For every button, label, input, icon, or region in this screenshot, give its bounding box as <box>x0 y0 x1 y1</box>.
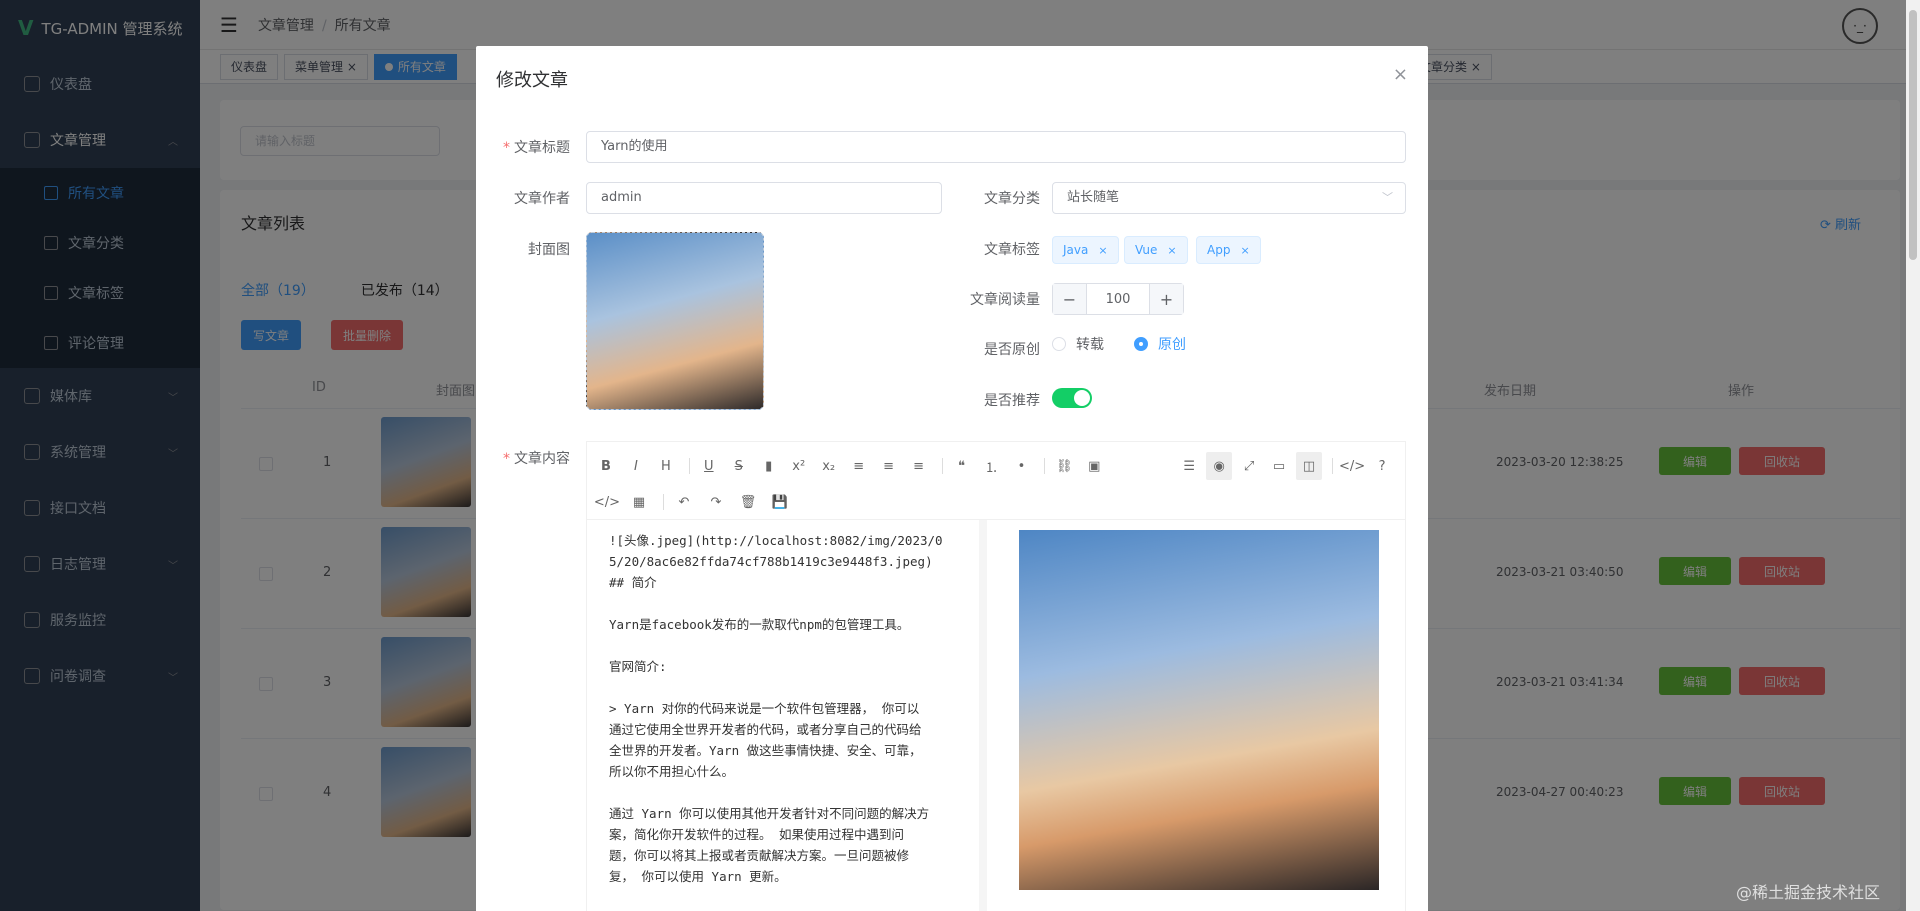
label-author: 文章作者 <box>514 191 570 207</box>
toolbar-divider <box>688 458 690 474</box>
page-scrollbar[interactable] <box>1906 0 1920 911</box>
label-title: * 文章标题 <box>503 140 570 156</box>
navigation-icon[interactable]: ☰ <box>1176 452 1202 480</box>
tag-app: App × <box>1196 236 1261 264</box>
help-icon[interactable]: ? <box>1369 452 1395 480</box>
label-text: 文章内容 <box>514 451 570 467</box>
radio-label: 原创 <box>1158 337 1186 353</box>
views-stepper: − 100 + <box>1052 283 1184 315</box>
watermark: @稀土掘金技术社区 <box>1735 883 1880 902</box>
label-category: 文章分类 <box>984 191 1040 207</box>
align-left-icon[interactable]: ≡ <box>846 452 872 480</box>
superscript-icon[interactable]: x² <box>786 452 812 480</box>
undo-icon[interactable]: ↶ <box>670 488 698 516</box>
strikethrough-icon[interactable]: S <box>726 452 752 480</box>
label-recommend: 是否推荐 <box>984 393 1040 409</box>
radio-circle <box>1134 337 1148 351</box>
toolbar-row: B I H U S ▮ x² x₂ ≡ ≡ ≡ ❝ ⒈ • ⛓ ▣ ☰ ◉ ⤢ … <box>593 448 1399 484</box>
label-text: 文章标题 <box>514 140 570 156</box>
align-right-icon[interactable]: ≡ <box>906 452 932 480</box>
subfield-icon[interactable]: ▭ <box>1266 452 1292 480</box>
trash-icon[interactable]: 🗑 <box>734 488 762 516</box>
unordered-list-icon[interactable]: • <box>1008 452 1034 480</box>
edit-article-dialog: 修改文章 × * 文章标题 Yarn的使用 文章作者 admin 文章分类 站长随… <box>476 46 1428 911</box>
align-center-icon[interactable]: ≡ <box>876 452 902 480</box>
preview-icon[interactable]: ◉ <box>1206 452 1233 480</box>
tag-text: Java <box>1063 243 1089 257</box>
recommend-switch[interactable] <box>1052 388 1092 408</box>
category-value: 站长随笔 <box>1067 190 1120 205</box>
toolbar-row: </> ▦ ↶ ↷ 🗑 💾 <box>593 484 1399 520</box>
mark-icon[interactable]: ▮ <box>756 452 782 480</box>
code-icon[interactable]: </> <box>1339 452 1365 480</box>
ordered-list-icon[interactable]: ⒈ <box>978 452 1004 480</box>
link-icon[interactable]: ⛓ <box>1051 452 1077 480</box>
fullscreen-icon[interactable]: ⤢ <box>1236 452 1262 480</box>
views-value[interactable]: 100 <box>1087 284 1149 314</box>
label-tags: 文章标签 <box>984 242 1040 258</box>
decrease-button[interactable]: − <box>1053 284 1087 314</box>
toolbar-divider <box>941 458 943 474</box>
code-block-icon[interactable]: </> <box>593 488 621 516</box>
close-icon[interactable]: × <box>1240 244 1249 257</box>
preview-image <box>1019 530 1379 890</box>
split-icon[interactable]: ◫ <box>1296 452 1323 480</box>
title-input[interactable]: Yarn的使用 <box>586 131 1406 163</box>
toolbar-divider <box>1332 458 1333 474</box>
tag-java: Java × <box>1052 236 1119 264</box>
dialog-title: 修改文章 <box>496 70 568 91</box>
radio-original[interactable]: 原创 <box>1134 334 1186 354</box>
close-icon[interactable]: × <box>1098 244 1107 257</box>
tag-vue: Vue × <box>1124 236 1188 264</box>
scrollbar-thumb[interactable] <box>1909 10 1917 260</box>
underline-icon[interactable]: U <box>696 452 722 480</box>
toolbar-divider <box>663 494 664 510</box>
redo-icon[interactable]: ↷ <box>702 488 730 516</box>
label-content: * 文章内容 <box>503 451 570 467</box>
increase-button[interactable]: + <box>1149 284 1183 314</box>
save-icon[interactable]: 💾 <box>766 488 794 516</box>
tag-text: App <box>1207 243 1231 257</box>
subscript-icon[interactable]: x₂ <box>816 452 842 480</box>
label-cover: 封面图 <box>528 242 570 258</box>
author-input[interactable]: admin <box>586 182 942 214</box>
tag-text: Vue <box>1135 243 1158 257</box>
chevron-down-icon: ﹀ <box>1382 191 1393 204</box>
close-icon[interactable]: × <box>1167 244 1176 257</box>
markdown-editor: B I H U S ▮ x² x₂ ≡ ≡ ≡ ❝ ⒈ • ⛓ ▣ ☰ ◉ ⤢ … <box>586 441 1406 911</box>
radio-label: 转载 <box>1076 337 1104 353</box>
label-views: 文章阅读量 <box>970 292 1040 308</box>
bold-icon[interactable]: B <box>593 452 619 480</box>
italic-icon[interactable]: I <box>623 452 649 480</box>
cover-uploader[interactable] <box>586 232 764 410</box>
markdown-preview <box>995 520 1405 911</box>
radio-reprint[interactable]: 转载 <box>1052 334 1104 354</box>
heading-icon[interactable]: H <box>653 452 679 480</box>
table-icon[interactable]: ▦ <box>625 488 653 516</box>
markdown-textarea[interactable]: ![头像.jpeg](http://localhost:8082/img/202… <box>587 520 987 911</box>
editor-toolbar: B I H U S ▮ x² x₂ ≡ ≡ ≡ ❝ ⒈ • ⛓ ▣ ☰ ◉ ⤢ … <box>587 442 1405 520</box>
close-icon[interactable]: × <box>1393 64 1408 85</box>
radio-circle <box>1052 337 1066 351</box>
toolbar-divider <box>1044 458 1046 474</box>
image-icon[interactable]: ▣ <box>1081 452 1107 480</box>
quote-icon[interactable]: ❝ <box>949 452 975 480</box>
label-original: 是否原创 <box>984 342 1040 358</box>
category-select[interactable]: 站长随笔 ﹀ <box>1052 182 1406 214</box>
